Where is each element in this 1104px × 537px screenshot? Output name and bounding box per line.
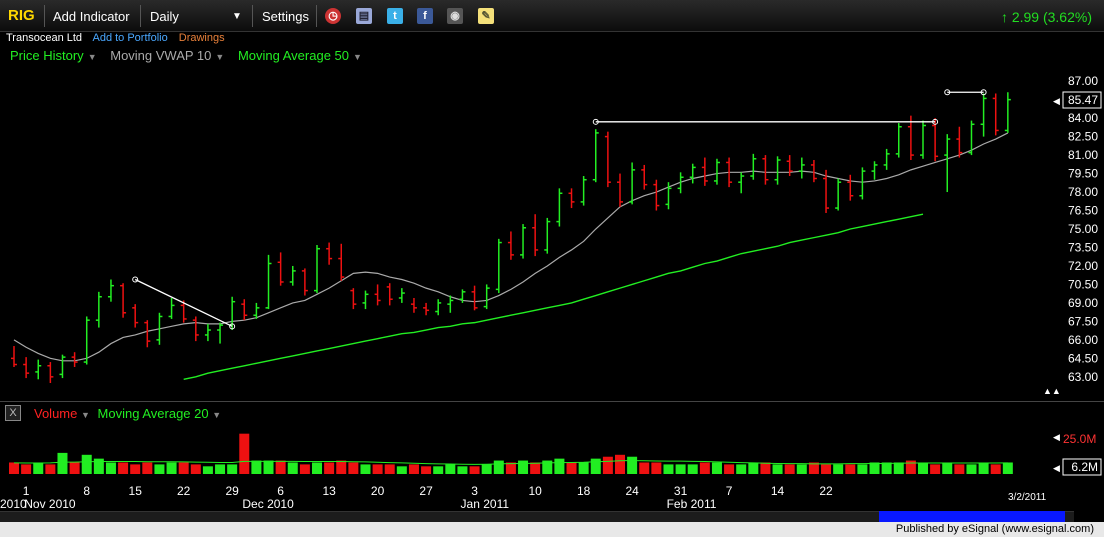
price-tick-label: 73.50 [1068, 240, 1098, 254]
separator [316, 5, 317, 27]
month-label: Dec 2010 [242, 497, 294, 511]
date-tick-label: 18 [577, 484, 591, 498]
navigator-selection[interactable] [879, 511, 1065, 522]
date-tick-label: 29 [225, 484, 239, 498]
price-tick-label: 67.50 [1068, 314, 1098, 328]
price-tick-label: 84.00 [1068, 111, 1098, 125]
facebook-icon[interactable]: f [417, 8, 433, 24]
chevron-down-icon[interactable]: ▼ [81, 410, 90, 420]
company-name: Transocean Ltd [6, 32, 83, 44]
last-price-marker: ◀ [1053, 96, 1060, 106]
toolbar: RIG Add Indicator Daily ▼ Settings ◷ ▤ t… [0, 0, 1104, 32]
settings-button[interactable]: Settings [262, 9, 309, 24]
vwap-line [13, 132, 1009, 362]
chevron-down-icon[interactable]: ▼ [232, 11, 242, 22]
footer: Published by eSignal (www.esignal.com) [0, 522, 1104, 537]
date-tick-label: 8 [83, 484, 90, 498]
ma50-line [183, 213, 924, 380]
price-tick-label: 76.50 [1068, 204, 1098, 218]
last-date-label: 3/2/2011 [1008, 492, 1047, 503]
month-label: Feb 2011 [667, 497, 717, 511]
legend-volume[interactable]: Volume [34, 406, 77, 421]
date-tick-label: 13 [322, 484, 336, 498]
legend-vwap[interactable]: Moving VWAP 10 [110, 48, 211, 63]
subheader: Transocean Ltd Add to Portfolio Drawings [6, 32, 233, 44]
chevron-down-icon[interactable]: ▼ [353, 52, 362, 62]
last-price-label: 85.47 [1068, 93, 1098, 107]
price-change-value: 2.99 (3.62%) [1011, 9, 1092, 25]
drawings-link[interactable]: Drawings [179, 32, 225, 44]
price-tick-label: 63.00 [1068, 370, 1098, 384]
month-label: Jan 2011 [461, 497, 510, 511]
date-tick-label: 10 [528, 484, 542, 498]
month-label: 2010 [0, 497, 27, 511]
camera-icon[interactable]: ◉ [447, 8, 463, 24]
trendline-handle [592, 118, 599, 125]
date-tick-label: 7 [726, 484, 733, 498]
price-tick-label: 78.00 [1068, 185, 1098, 199]
month-label: Nov 2010 [24, 497, 76, 511]
price-tick-label: 79.50 [1068, 167, 1098, 181]
price-tick-label: 82.50 [1068, 130, 1098, 144]
symbol-label[interactable]: RIG [8, 7, 35, 24]
trendline-handle [932, 118, 939, 125]
separator [44, 5, 45, 27]
separator [140, 5, 141, 27]
legend-volume-ma[interactable]: Moving Average 20 [98, 406, 209, 421]
twitter-icon[interactable]: t [387, 8, 403, 24]
interval-select[interactable]: Daily [150, 9, 179, 24]
alarm-clock-icon[interactable]: ◷ [325, 8, 341, 24]
price-tick-label: 75.00 [1068, 222, 1098, 236]
legend-ma50[interactable]: Moving Average 50 [238, 48, 349, 63]
date-tick-label: 14 [771, 484, 785, 498]
pages-icon[interactable]: ▤ [356, 8, 372, 24]
price-change: ↑ 2.99 (3.62%) [1000, 9, 1092, 25]
chevron-down-icon[interactable]: ▼ [212, 410, 221, 420]
add-to-portfolio-link[interactable]: Add to Portfolio [92, 32, 167, 44]
price-tick-label: 69.00 [1068, 296, 1098, 310]
note-icon[interactable]: ✎ [478, 8, 494, 24]
volume-legend: Volume ▼ Moving Average 20 ▼ [34, 406, 221, 421]
price-tick-label: 66.00 [1068, 333, 1098, 347]
separator [252, 5, 253, 27]
date-tick-label: 31 [674, 484, 688, 498]
indicator-legend: Price History ▼ Moving VWAP 10 ▼ Moving Av… [10, 48, 366, 63]
add-indicator-button[interactable]: Add Indicator [53, 9, 130, 24]
last-price-box [1062, 91, 1102, 109]
price-tick-label: 72.00 [1068, 259, 1098, 273]
trendline-handle [980, 89, 987, 96]
date-tick-label: 22 [177, 484, 191, 498]
scroll-up-icon: ▲▲ [1043, 386, 1061, 396]
date-tick-label: 20 [371, 484, 385, 498]
trendline-handle [944, 89, 951, 96]
chevron-down-icon[interactable]: ▼ [215, 52, 224, 62]
publisher-note: Published by eSignal (www.esignal.com) [895, 523, 1094, 535]
price-tick-label: 70.50 [1068, 277, 1098, 291]
trendline-handle [229, 323, 236, 330]
date-tick-label: 27 [419, 484, 433, 498]
date-tick-label: 6 [277, 484, 284, 498]
date-tick-label: 15 [129, 484, 143, 498]
date-tick-label: 24 [625, 484, 639, 498]
date-tick-label: 3 [471, 484, 478, 498]
trendline-handle [132, 276, 139, 283]
price-tick-label: 85.50 [1068, 93, 1098, 107]
legend-price-history[interactable]: Price History [10, 48, 84, 63]
trendline [134, 278, 233, 327]
date-tick-label: 22 [819, 484, 833, 498]
chevron-down-icon[interactable]: ▼ [88, 52, 97, 62]
price-tick-label: 64.50 [1068, 351, 1098, 365]
price-tick-label: 81.00 [1068, 148, 1098, 162]
price-tick-label: 87.00 [1068, 74, 1098, 88]
close-icon[interactable]: X [5, 405, 21, 421]
date-tick-label: 1 [23, 484, 30, 498]
